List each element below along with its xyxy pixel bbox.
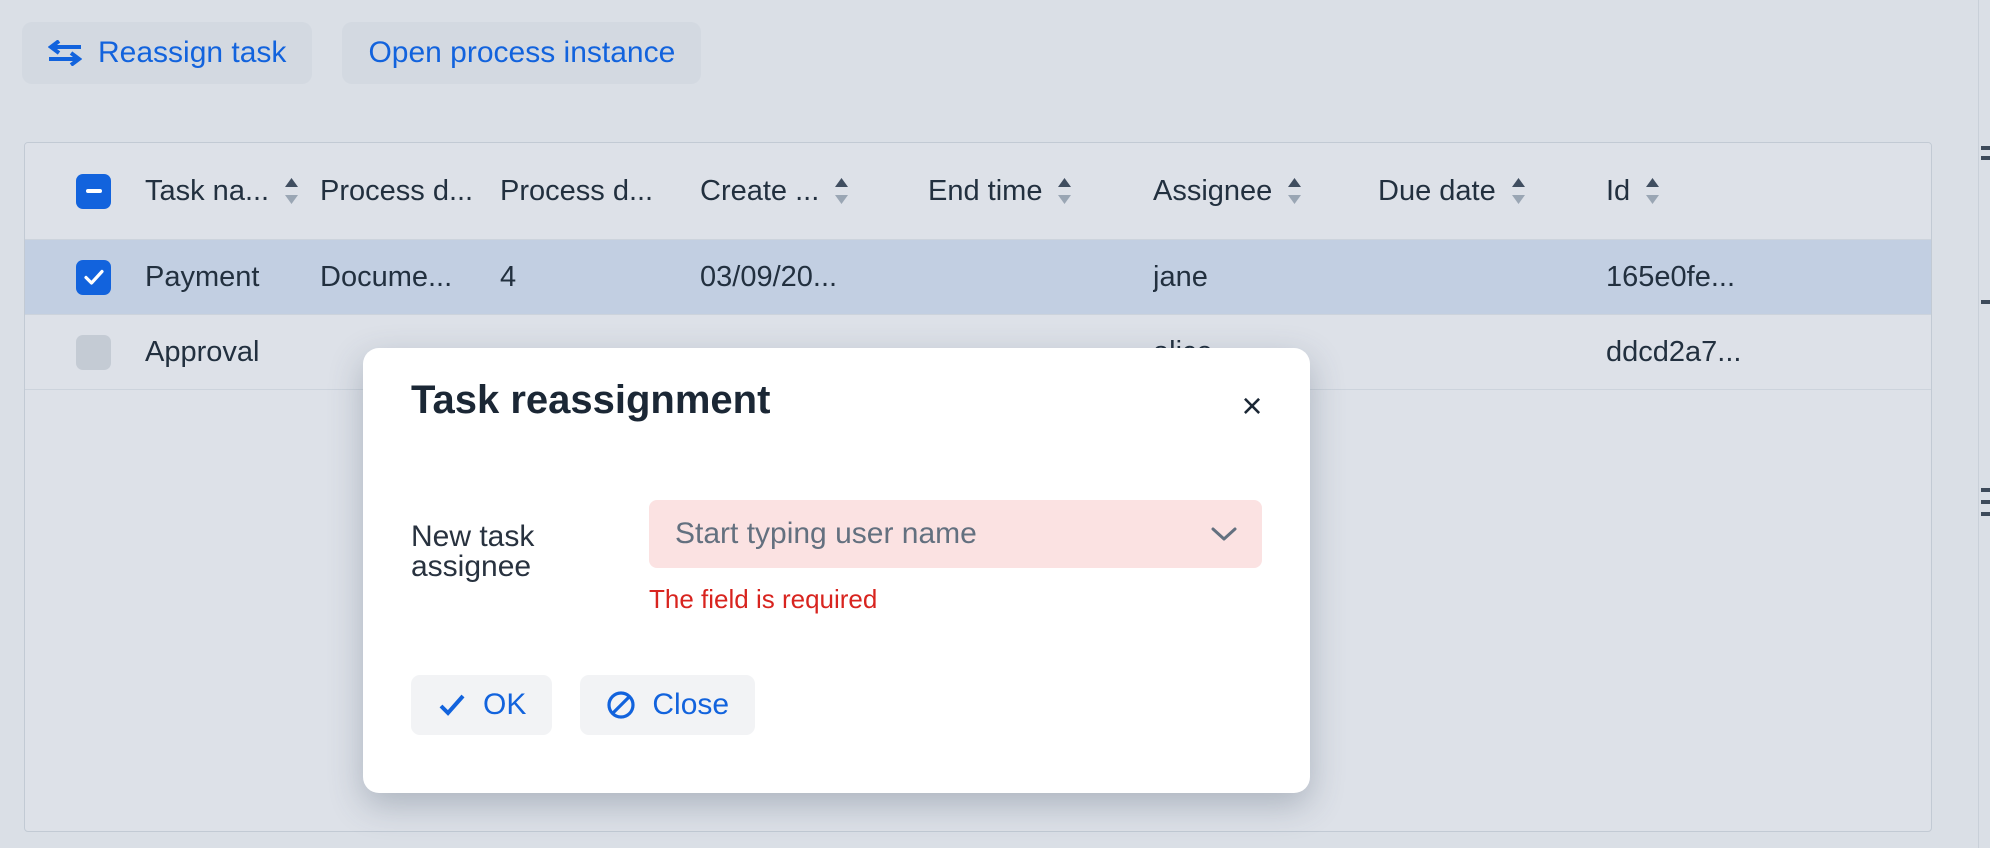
ok-button-label: OK [483, 688, 526, 722]
column-label-end-time: End time [928, 175, 1042, 208]
sort-icon[interactable] [1286, 176, 1303, 206]
dialog-footer: OK Close [363, 675, 803, 793]
dialog-body: New task assignee Start typing user name… [363, 452, 1310, 612]
column-header-select-all [25, 143, 145, 240]
close-button-label: Close [652, 688, 729, 722]
sort-icon[interactable] [1644, 176, 1661, 206]
cell-process-definition-name: Docume... [320, 240, 500, 315]
open-process-instance-label: Open process instance [368, 38, 675, 68]
clipped-fragment [1981, 300, 1990, 304]
new-task-assignee-field-wrapper: Start typing user name The field is requ… [649, 500, 1262, 612]
column-header-process-definition-version[interactable]: Process d... [500, 143, 700, 240]
clipped-fragment [1981, 512, 1990, 516]
column-header-process-definition-name[interactable]: Process d... [320, 143, 500, 240]
task-reassignment-dialog: Task reassignment × New task assignee St… [363, 348, 1310, 793]
close-icon[interactable]: × [1232, 386, 1272, 426]
cell-process-definition-version: 4 [500, 240, 700, 315]
column-label-id: Id [1606, 175, 1630, 208]
dialog-title: Task reassignment [411, 380, 770, 420]
cell-due-date [1378, 315, 1606, 390]
new-task-assignee-input[interactable]: Start typing user name [649, 500, 1262, 568]
sort-icon[interactable] [833, 176, 850, 206]
swap-arrows-icon [48, 40, 82, 66]
cell-id: ddcd2a7... [1606, 315, 1932, 390]
check-icon [437, 690, 467, 720]
row-checkbox-cell[interactable] [25, 240, 145, 315]
column-header-end-time[interactable]: End time [928, 143, 1153, 240]
cell-end-time [928, 240, 1153, 315]
column-label-task-name: Task na... [145, 175, 269, 208]
cell-id: 165e0fe... [1606, 240, 1932, 315]
column-label-create-time: Create ... [700, 175, 819, 208]
ban-icon [606, 690, 636, 720]
column-header-assignee[interactable]: Assignee [1153, 143, 1378, 240]
column-label-assignee: Assignee [1153, 175, 1272, 208]
column-label-process-definition-version: Process d... [500, 175, 653, 208]
cell-task-name: Approval [145, 315, 320, 390]
row-checkbox[interactable] [76, 260, 111, 295]
field-error-message: The field is required [649, 586, 1262, 612]
clipped-fragment [1981, 500, 1990, 504]
chevron-down-icon[interactable] [1210, 525, 1238, 543]
table-header-row: Task na... Process d... Process d... [25, 143, 1932, 240]
clipped-fragment [1981, 156, 1990, 160]
column-label-due-date: Due date [1378, 175, 1496, 208]
sort-icon[interactable] [283, 176, 300, 206]
dialog-header: Task reassignment × [363, 348, 1310, 452]
offscreen-panel-sliver [1978, 0, 1990, 848]
cell-task-name: Payment [145, 240, 320, 315]
open-process-instance-button[interactable]: Open process instance [342, 22, 701, 84]
sort-icon[interactable] [1056, 176, 1073, 206]
new-task-assignee-label: New task assignee [411, 500, 649, 582]
clipped-fragment [1981, 146, 1990, 150]
column-header-create-time[interactable]: Create ... [700, 143, 928, 240]
column-label-process-definition-name: Process d... [320, 175, 473, 208]
reassign-task-button[interactable]: Reassign task [22, 22, 312, 84]
cell-assignee: jane [1153, 240, 1378, 315]
table-row[interactable]: Payment Docume... 4 03/09/20... jane 165… [25, 240, 1932, 315]
ok-button[interactable]: OK [411, 675, 552, 735]
reassign-task-label: Reassign task [98, 38, 286, 68]
row-checkbox-cell[interactable] [25, 315, 145, 390]
table-header: Task na... Process d... Process d... [25, 143, 1932, 240]
cell-create-time: 03/09/20... [700, 240, 928, 315]
close-button[interactable]: Close [580, 675, 755, 735]
column-header-id[interactable]: Id [1606, 143, 1932, 240]
column-header-due-date[interactable]: Due date [1378, 143, 1606, 240]
select-all-checkbox[interactable] [76, 174, 111, 209]
row-checkbox[interactable] [76, 335, 111, 370]
new-task-assignee-placeholder: Start typing user name [675, 519, 1210, 549]
column-header-task-name[interactable]: Task na... [145, 143, 320, 240]
sort-icon[interactable] [1510, 176, 1527, 206]
clipped-fragment [1981, 488, 1990, 492]
action-toolbar: Reassign task Open process instance [0, 0, 1990, 106]
cell-due-date [1378, 240, 1606, 315]
